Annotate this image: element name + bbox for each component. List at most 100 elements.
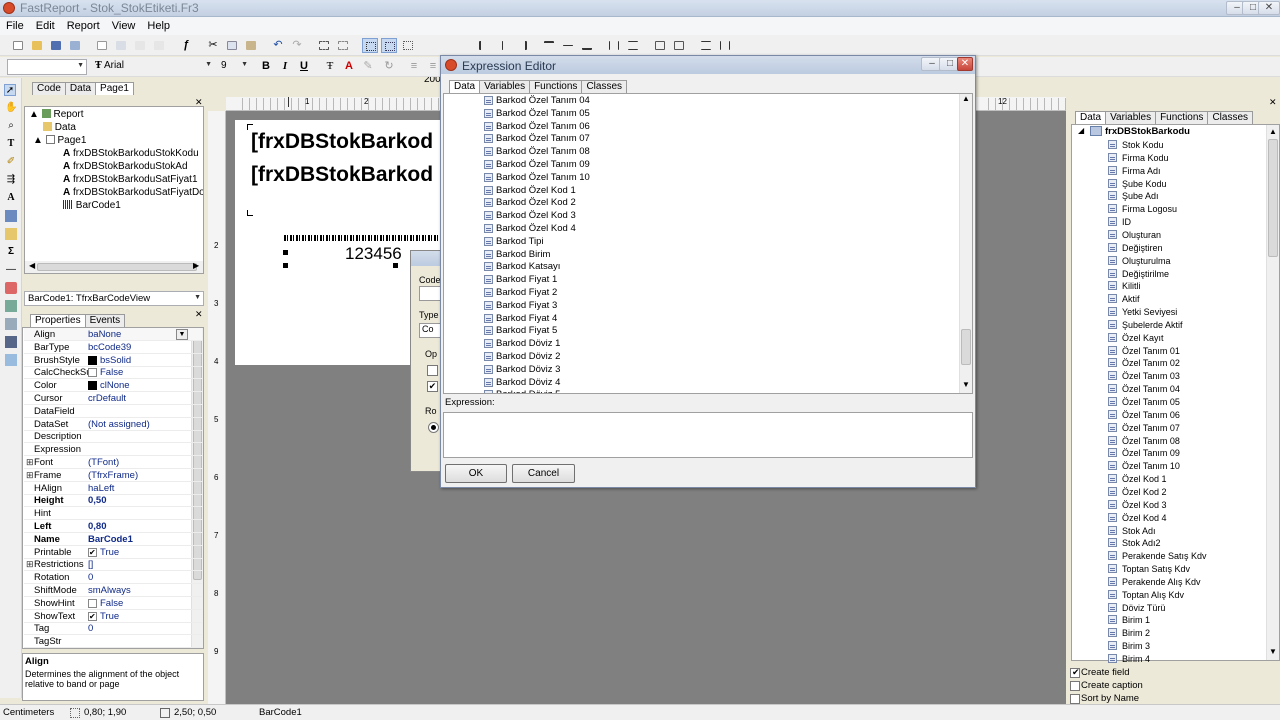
- subreport-object-icon[interactable]: [5, 228, 17, 240]
- list-item[interactable]: Barkod Özel Kod 4: [496, 223, 576, 235]
- align-tops-icon[interactable]: [541, 38, 557, 53]
- list-item[interactable]: Barkod Döviz 2: [496, 351, 560, 363]
- list-item[interactable]: Barkod Katsayı: [496, 261, 560, 273]
- sort-by-name-checkbox[interactable]: [1070, 694, 1080, 704]
- list-item[interactable]: Barkod Döviz 4: [496, 377, 560, 389]
- chevron-down-icon[interactable]: ▼: [176, 329, 188, 340]
- property-checkbox[interactable]: [88, 598, 97, 608]
- list-scrollbar[interactable]: ▲ ▼: [959, 94, 972, 393]
- data-field-item[interactable]: Oluşturulma: [1122, 255, 1171, 267]
- bold-icon[interactable]: B: [258, 59, 274, 74]
- property-row[interactable]: Printable True: [24, 546, 202, 559]
- property-row[interactable]: Name BarCode1: [24, 533, 202, 546]
- data-field-item[interactable]: Stok Adı2: [1122, 537, 1161, 549]
- menu-file[interactable]: File: [0, 17, 30, 34]
- property-row[interactable]: Left 0,80: [24, 520, 202, 533]
- align-text-left-icon[interactable]: ≡: [406, 59, 422, 74]
- data-field-item[interactable]: Toptan Alış Kdv: [1122, 589, 1184, 601]
- redo-icon[interactable]: ↷: [289, 38, 305, 53]
- close-button[interactable]: ✕: [1258, 1, 1280, 15]
- richtext-object-icon[interactable]: [5, 318, 17, 330]
- data-field-item[interactable]: Stok Kodu: [1122, 139, 1164, 151]
- center-horizontally-icon[interactable]: [652, 38, 668, 53]
- data-tree-scrollbar[interactable]: ▲ ▼: [1266, 125, 1279, 660]
- dataset-name[interactable]: frxDBStokBarkodu: [1105, 126, 1190, 137]
- tab-events[interactable]: Events: [84, 314, 126, 327]
- delete-page-icon[interactable]: [132, 38, 148, 53]
- tree-item-report[interactable]: ▲ Report: [29, 109, 83, 121]
- property-row[interactable]: ShowHint False: [24, 597, 202, 610]
- list-item[interactable]: Barkod Döviz 1: [496, 338, 560, 350]
- create-caption-checkbox[interactable]: [1070, 681, 1080, 691]
- arrow-right-icon[interactable]: ▶: [193, 261, 199, 270]
- tree-horizontal-scrollbar[interactable]: ◀ ▶: [25, 261, 203, 273]
- new-page-icon[interactable]: [94, 38, 110, 53]
- data-field-item[interactable]: Firma Adı: [1122, 165, 1161, 177]
- tree-item-stokad[interactable]: A frxDBStokBarkoduStokAd: [63, 161, 188, 173]
- property-row[interactable]: HAlign haLeft: [24, 482, 202, 495]
- property-row[interactable]: DataField: [24, 405, 202, 418]
- cancel-button[interactable]: Cancel: [512, 464, 575, 483]
- space-horizontally-icon[interactable]: [606, 38, 622, 53]
- data-field-item[interactable]: Şube Kodu: [1122, 178, 1167, 190]
- scrollbar-thumb[interactable]: [37, 263, 197, 271]
- function-icon[interactable]: ƒ: [178, 38, 194, 53]
- data-field-item[interactable]: Birim 3: [1122, 640, 1150, 652]
- align-right-edges-icon[interactable]: [514, 38, 530, 53]
- data-field-item[interactable]: Özel Tanım 02: [1122, 357, 1180, 369]
- property-row[interactable]: Color clNone: [24, 379, 202, 393]
- zoom-tool-icon[interactable]: ⌕: [5, 120, 17, 132]
- property-row[interactable]: ⊞ Restrictions []: [24, 558, 202, 572]
- list-item[interactable]: Barkod Fiyat 5: [496, 325, 557, 337]
- underline-icon[interactable]: U: [296, 59, 312, 74]
- text-object-stokad[interactable]: [frxDBStokBarkod: [251, 163, 433, 187]
- tab-classes[interactable]: Classes: [1207, 111, 1254, 124]
- property-row[interactable]: ShiftMode smAlways: [24, 584, 202, 597]
- property-row[interactable]: Hint: [24, 507, 202, 521]
- picture-object-icon[interactable]: [5, 210, 17, 222]
- tab-classes[interactable]: Classes: [581, 80, 628, 93]
- format-painter-icon[interactable]: ✐: [5, 156, 17, 168]
- data-field-item[interactable]: Değiştiren: [1122, 242, 1163, 254]
- list-item[interactable]: Barkod Fiyat 3: [496, 300, 557, 312]
- list-item[interactable]: Barkod Özel Tanım 08: [496, 146, 590, 158]
- text-object-icon[interactable]: A: [5, 192, 17, 204]
- selection-handle[interactable]: [393, 263, 398, 268]
- data-field-item[interactable]: Toptan Satış Kdv: [1122, 563, 1190, 575]
- expression-input[interactable]: [443, 412, 973, 458]
- property-row[interactable]: ⊞ Frame (TfrxFrame): [24, 469, 202, 482]
- scrollbar-thumb[interactable]: [961, 329, 971, 365]
- rotation-radio[interactable]: [428, 422, 439, 433]
- scrollbar-thumb[interactable]: [1268, 139, 1278, 257]
- collapse-icon[interactable]: ◢: [1078, 126, 1084, 135]
- data-field-item[interactable]: Oluşturan: [1122, 229, 1161, 241]
- data-field-item[interactable]: Değiştirilme: [1122, 268, 1169, 280]
- property-checkbox[interactable]: [88, 546, 97, 559]
- list-item[interactable]: Barkod Özel Tanım 04: [496, 95, 590, 107]
- list-item[interactable]: Barkod Özel Kod 3: [496, 210, 576, 222]
- list-item[interactable]: Barkod Özel Kod 1: [496, 185, 576, 197]
- barcode-bars[interactable]: [284, 235, 444, 241]
- data-field-item[interactable]: Firma Kodu: [1122, 152, 1169, 164]
- tab-data[interactable]: Data: [1075, 111, 1107, 124]
- expand-icon[interactable]: ⊞: [26, 456, 34, 469]
- text-object-stokkodu[interactable]: [frxDBStokBarkod: [251, 130, 433, 154]
- data-field-item[interactable]: Döviz Türü: [1122, 602, 1165, 614]
- list-item[interactable]: Barkod Özel Tanım 06: [496, 121, 590, 133]
- data-field-item[interactable]: Birim 2: [1122, 627, 1150, 639]
- align-bottoms-icon[interactable]: [579, 38, 595, 53]
- chart-object-icon[interactable]: [5, 282, 17, 294]
- property-row[interactable]: CalcCheckSum False: [24, 366, 202, 380]
- data-field-item[interactable]: Kilitli: [1122, 280, 1141, 292]
- menu-help[interactable]: Help: [141, 17, 176, 34]
- menu-report[interactable]: Report: [61, 17, 106, 34]
- font-settings-icon[interactable]: Ŧ: [322, 59, 338, 74]
- data-field-item[interactable]: Özel Tanım 09: [1122, 447, 1180, 459]
- save-icon[interactable]: [48, 38, 64, 53]
- fit-grid-icon[interactable]: [400, 38, 416, 53]
- selection-handle[interactable]: [283, 250, 288, 255]
- tree-item-data[interactable]: Data: [43, 122, 76, 134]
- selection-handle[interactable]: [283, 263, 288, 268]
- font-color-icon[interactable]: A: [341, 59, 357, 74]
- property-checkbox[interactable]: [88, 368, 97, 378]
